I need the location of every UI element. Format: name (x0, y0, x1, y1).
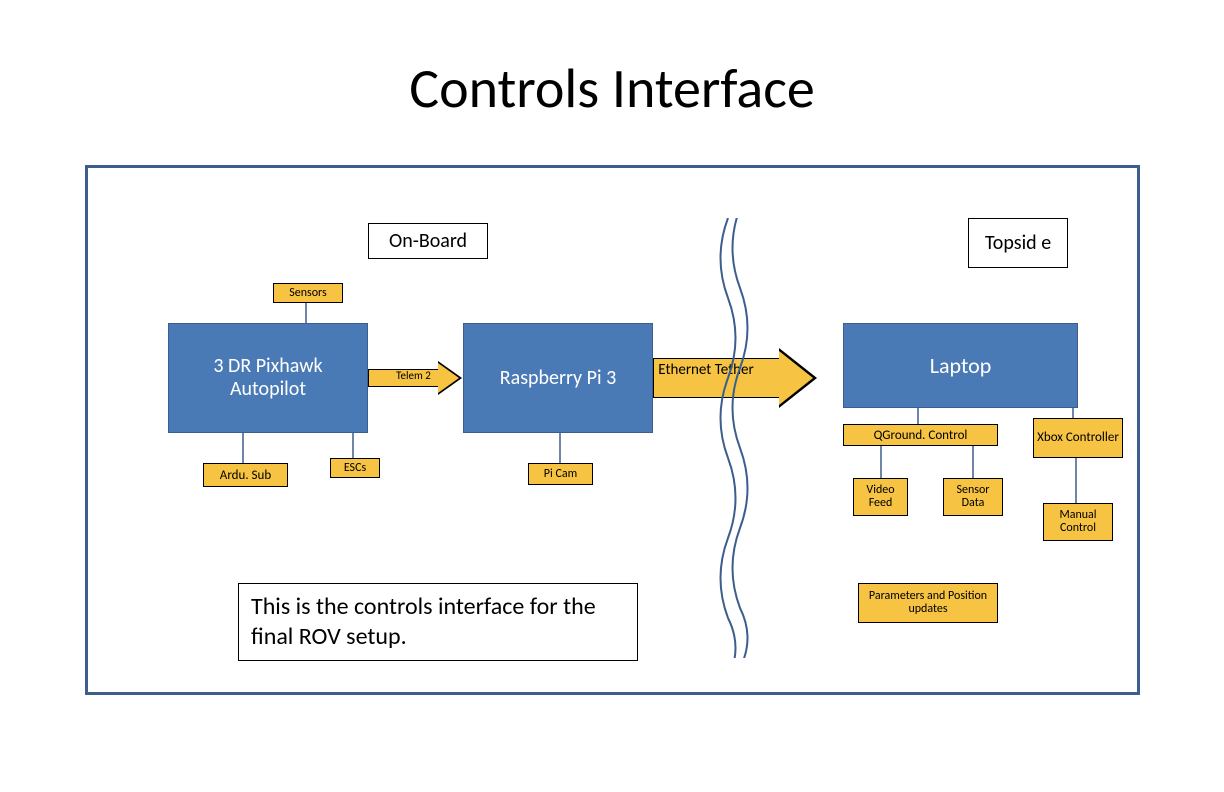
page-title: Controls Interface (0, 55, 1224, 123)
caption-text: This is the controls interface for the f… (238, 583, 638, 661)
diagram-frame: On-Board Topsid e Sensors 3 DR Pixhawk A… (85, 165, 1140, 695)
